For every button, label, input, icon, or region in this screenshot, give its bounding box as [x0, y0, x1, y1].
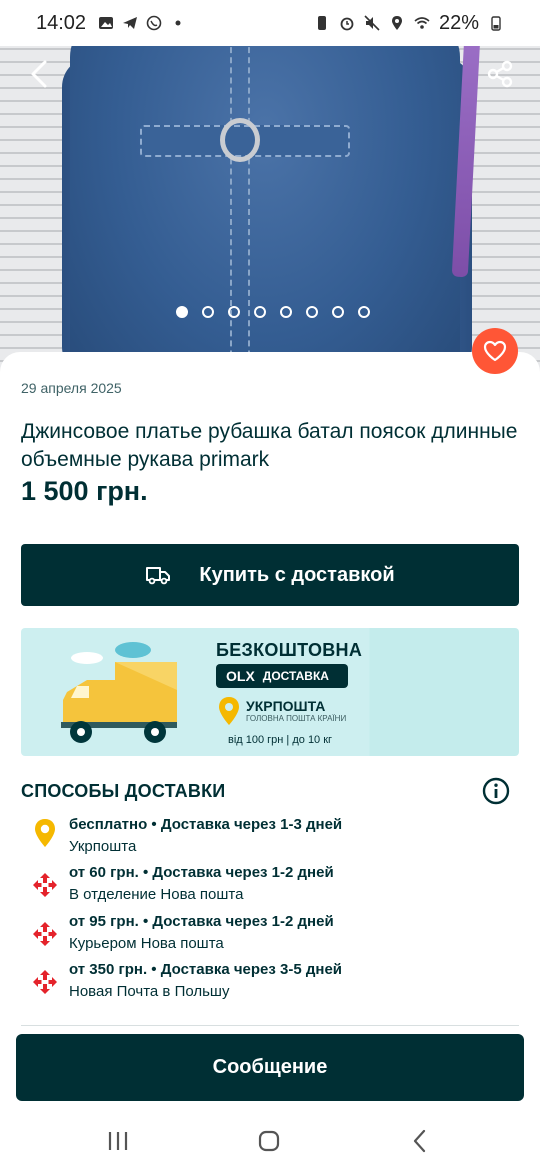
gallery-dot[interactable]	[228, 306, 240, 318]
delivery-price-time: от 60 грн. • Доставка через 1-2 дней	[69, 864, 334, 881]
gallery-dot[interactable]	[280, 306, 292, 318]
delivery-price-time: от 95 грн. • Доставка через 1-2 дней	[69, 913, 334, 930]
status-bar: 14:02 22%	[0, 0, 540, 46]
ukrposhta-pin-icon	[34, 818, 56, 848]
delivery-method-row: от 95 грн. • Доставка через 1-2 дней Курь…	[0, 913, 540, 959]
battery-saver-icon	[317, 16, 326, 30]
back-button[interactable]	[17, 52, 61, 96]
nova-poshta-icon	[33, 915, 57, 946]
gallery-dot[interactable]	[358, 306, 370, 318]
gallery-dot[interactable]	[306, 306, 318, 318]
delivery-time: Доставка через 3-5 дней	[160, 961, 343, 978]
favorite-button[interactable]	[472, 328, 518, 374]
more-notifications-icon	[175, 20, 181, 26]
delivery-price: от 60 грн.	[69, 864, 139, 881]
photo-belt-buckle	[220, 118, 260, 162]
info-icon	[482, 777, 510, 805]
wifi-icon	[414, 17, 430, 29]
gallery-icon	[99, 17, 114, 29]
delivery-method-row: бесплатно • Доставка через 1-3 дней Укрпо…	[0, 816, 540, 862]
delivery-price: от 350 грн.	[69, 961, 148, 978]
bullet-separator: •	[138, 864, 153, 881]
delivery-truck-illustration	[61, 642, 177, 743]
status-time: 14:02	[36, 11, 87, 34]
delivery-time: Доставка через 1-3 дней	[160, 816, 343, 833]
location-icon	[391, 16, 402, 30]
bullet-separator: •	[147, 961, 161, 978]
system-back-button[interactable]	[400, 1126, 440, 1156]
listing-title: Джинсовое платье рубашка батал поясок дл…	[21, 420, 518, 471]
delivery-carrier: В отделение Нова пошта	[69, 886, 244, 903]
home-icon	[258, 1130, 280, 1152]
delivery-carrier: Укрпошта	[69, 838, 137, 855]
delivery-carrier: Курьером Нова пошта	[69, 935, 224, 952]
bullet-separator: •	[138, 913, 153, 930]
nova-poshta-icon	[33, 963, 57, 994]
ukrposhta-tagline: ГОЛОВНА ПОШТА КРАЇНИ	[246, 714, 347, 723]
message-button[interactable]: Сообщение	[16, 1034, 524, 1101]
viber-icon	[146, 15, 162, 31]
delivery-price-time: бесплатно • Доставка через 1-3 дней	[69, 816, 342, 833]
share-button[interactable]	[478, 52, 522, 96]
delivery-carrier: Новая Почта в Польшу	[69, 983, 230, 1000]
gallery-dot[interactable]	[332, 306, 344, 318]
nova-poshta-icon	[33, 866, 57, 897]
alarm-icon	[340, 17, 354, 31]
listing-price: 1 500 грн.	[21, 476, 148, 506]
photo-dress	[70, 37, 460, 372]
banner-conditions: від 100 грн | до 10 кг	[228, 734, 333, 746]
delivery-info-button[interactable]	[482, 777, 510, 805]
ukrposhta-logo-icon	[219, 697, 239, 725]
notification-icons	[98, 15, 186, 31]
free-delivery-promo-banner[interactable]: БЕЗКОШТОВНА OLX ДОСТАВКА УКРПОШТА ГОЛОВН…	[21, 628, 519, 756]
gallery-dot[interactable]	[254, 306, 266, 318]
photo-dress-placket	[230, 37, 250, 372]
divider	[21, 1025, 519, 1026]
gallery-pagination	[0, 306, 540, 318]
olx-delivery-badge: OLX ДОСТАВКА	[216, 664, 348, 688]
system-icons: 22%	[314, 12, 504, 35]
telegram-icon	[123, 17, 138, 29]
message-button-label: Сообщение	[212, 1056, 328, 1078]
delivery-price-time: от 350 грн. • Доставка через 3-5 дней	[69, 961, 342, 978]
system-navigation-bar	[0, 1112, 540, 1170]
chevron-left-icon	[31, 60, 47, 88]
delivery-method-row: от 350 грн. • Доставка через 3-5 дней Нов…	[0, 961, 540, 1007]
product-photo-gallery[interactable]	[0, 37, 540, 372]
delivery-section-title: СПОСОБЫ ДОСТАВКИ	[21, 781, 226, 801]
delivery-time: Доставка через 1-2 дней	[152, 864, 334, 881]
home-button[interactable]	[249, 1126, 289, 1156]
mute-icon	[364, 15, 380, 31]
olx-delivery-label: ДОСТАВКА	[262, 669, 329, 683]
recent-apps-icon	[108, 1132, 128, 1150]
share-icon	[487, 60, 513, 88]
bullet-separator: •	[147, 816, 161, 833]
heart-icon	[483, 340, 507, 362]
ukrposhta-name: УКРПОШТА	[246, 698, 326, 714]
delivery-time: Доставка через 1-2 дней	[152, 913, 334, 930]
buy-with-delivery-button[interactable]: Купить с доставкой	[21, 544, 519, 606]
gallery-dot[interactable]	[176, 306, 188, 318]
buy-with-delivery-label: Купить с доставкой	[199, 563, 395, 586]
delivery-price: бесплатно	[69, 816, 148, 833]
battery-icon	[491, 16, 501, 31]
recent-apps-button[interactable]	[98, 1126, 138, 1156]
battery-percent: 22%	[438, 11, 479, 34]
listing-date: 29 апреля 2025	[21, 380, 122, 396]
back-arrow-icon	[413, 1129, 426, 1153]
delivery-price: от 95 грн.	[69, 913, 139, 930]
delivery-method-row: от 60 грн. • Доставка через 1-2 дней В от…	[0, 864, 540, 910]
gallery-dot[interactable]	[202, 306, 214, 318]
delivery-truck-icon	[146, 567, 171, 585]
banner-free-label: БЕЗКОШТОВНА	[216, 640, 363, 660]
olx-logo: OLX	[226, 668, 255, 684]
